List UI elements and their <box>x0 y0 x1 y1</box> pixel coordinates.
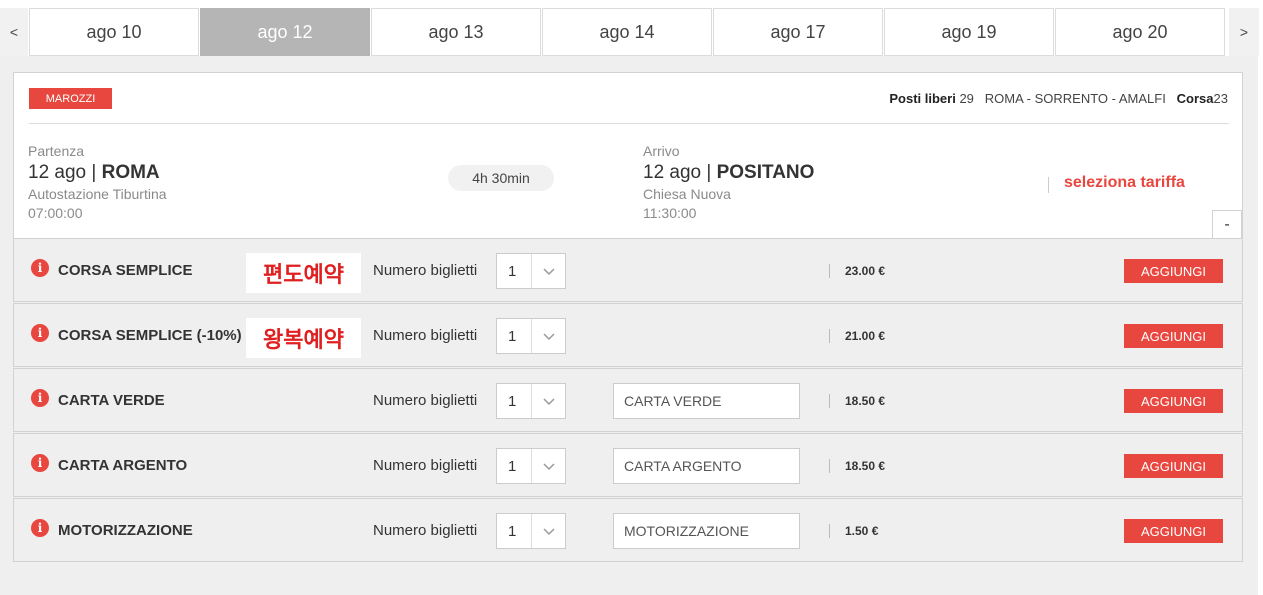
qty-value: 1 <box>508 458 517 475</box>
arrival-date: 12 ago | <box>643 162 712 183</box>
date-tab[interactable]: ago 20 <box>1055 8 1225 56</box>
fare-row: i CARTA ARGENTO Numero biglietti 1 18.50… <box>13 433 1243 497</box>
price-separator <box>829 524 830 538</box>
trip-card: MAROZZI Posti liberi 29 ROMA - SORRENTO … <box>13 72 1243 240</box>
select-fare-link[interactable]: seleziona tariffa <box>1064 174 1185 192</box>
info-icon[interactable]: i <box>31 454 49 472</box>
add-button[interactable]: AGGIUNGI <box>1124 324 1223 348</box>
fare-price: 18.50 € <box>845 394 886 408</box>
fare-name: CARTA VERDE <box>58 392 165 409</box>
fare-name: MOTORIZZAZIONE <box>58 522 193 539</box>
qty-label: Numero biglietti <box>373 262 478 279</box>
departure-time: 07:00:00 <box>28 205 83 221</box>
qty-select[interactable]: 1 <box>496 383 566 419</box>
arrival-station: Chiesa Nuova <box>643 186 731 202</box>
qty-divider <box>531 449 532 483</box>
qty-select[interactable]: 1 <box>496 253 566 289</box>
qty-divider <box>531 254 532 288</box>
separator <box>1048 177 1049 193</box>
chevron-down-icon <box>543 463 555 471</box>
fare-name: CORSA SEMPLICE <box>58 262 193 279</box>
qty-value: 1 <box>508 523 517 540</box>
qty-value: 1 <box>508 328 517 345</box>
route-name: ROMA - SORRENTO - AMALFI <box>984 91 1166 106</box>
date-tab[interactable]: ago 13 <box>371 8 541 56</box>
card-number-input[interactable] <box>613 513 800 549</box>
run-label: Corsa <box>1176 91 1214 106</box>
price-separator <box>829 394 830 408</box>
duration-badge: 4h 30min <box>448 165 554 191</box>
arrival-time: 11:30:00 <box>643 205 697 221</box>
seats-value: 29 <box>959 91 974 106</box>
operator-badge: MAROZZI <box>29 88 112 109</box>
qty-divider <box>531 514 532 548</box>
qty-label: Numero biglietti <box>373 522 478 539</box>
chevron-down-icon <box>543 268 555 276</box>
date-strip: < ago 10 ago 12 ago 13 ago 14 ago 17 ago… <box>0 8 1263 56</box>
divider <box>29 123 1229 124</box>
info-icon[interactable]: i <box>31 519 49 537</box>
annotation-label: 왕복예약 <box>246 318 361 358</box>
qty-select[interactable]: 1 <box>496 448 566 484</box>
fare-price: 18.50 € <box>845 459 886 473</box>
collapse-button[interactable]: - <box>1212 210 1242 240</box>
prev-dates-button[interactable]: < <box>0 8 28 56</box>
qty-value: 1 <box>508 263 517 280</box>
add-button[interactable]: AGGIUNGI <box>1124 259 1223 283</box>
date-tab[interactable]: ago 17 <box>713 8 883 56</box>
seats-label: Posti liberi <box>889 91 956 106</box>
add-button[interactable]: AGGIUNGI <box>1124 519 1223 543</box>
price-separator <box>829 264 830 278</box>
departure-date-city: 12 ago | ROMA <box>28 162 160 184</box>
departure-label: Partenza <box>28 143 85 159</box>
fare-row: i CORSA SEMPLICE 편도예약 Numero biglietti 1… <box>13 238 1243 302</box>
fare-name: CARTA ARGENTO <box>58 457 188 474</box>
qty-label: Numero biglietti <box>373 392 478 409</box>
fare-row: i CORSA SEMPLICE (-10%) 왕복예약 Numero bigl… <box>13 303 1243 367</box>
card-number-input[interactable] <box>613 383 800 419</box>
qty-value: 1 <box>508 393 517 410</box>
next-dates-button[interactable]: > <box>1229 8 1259 56</box>
fare-row: i MOTORIZZAZIONE Numero biglietti 1 1.50… <box>13 498 1243 562</box>
add-button[interactable]: AGGIUNGI <box>1124 389 1223 413</box>
fare-row: i CARTA VERDE Numero biglietti 1 18.50 €… <box>13 368 1243 432</box>
qty-label: Numero biglietti <box>373 327 478 344</box>
info-icon[interactable]: i <box>31 389 49 407</box>
date-tab[interactable]: ago 14 <box>542 8 712 56</box>
date-tab-active[interactable]: ago 12 <box>200 8 370 56</box>
departure-city: ROMA <box>101 162 160 183</box>
fare-price: 1.50 € <box>845 524 879 538</box>
date-tab[interactable]: ago 19 <box>884 8 1054 56</box>
arrival-date-city: 12 ago | POSITANO <box>643 162 814 184</box>
arrival-city: POSITANO <box>716 162 815 183</box>
run-value: 23 <box>1213 91 1228 106</box>
qty-label: Numero biglietti <box>373 457 478 474</box>
chevron-down-icon <box>543 333 555 341</box>
route-info: Posti liberi 29 ROMA - SORRENTO - AMALFI… <box>889 91 1228 106</box>
departure-station: Autostazione Tiburtina <box>28 186 167 202</box>
fare-price: 21.00 € <box>845 329 886 343</box>
qty-select[interactable]: 1 <box>496 318 566 354</box>
chevron-down-icon <box>543 528 555 536</box>
departure-date: 12 ago | <box>28 162 97 183</box>
qty-divider <box>531 319 532 353</box>
price-separator <box>829 329 830 343</box>
arrival-label: Arrivo <box>643 143 680 159</box>
date-tab[interactable]: ago 10 <box>29 8 199 56</box>
qty-divider <box>531 384 532 418</box>
annotation-label: 편도예약 <box>246 253 361 293</box>
add-button[interactable]: AGGIUNGI <box>1124 454 1223 478</box>
info-icon[interactable]: i <box>31 259 49 277</box>
card-number-input[interactable] <box>613 448 800 484</box>
price-separator <box>829 459 830 473</box>
qty-select[interactable]: 1 <box>496 513 566 549</box>
fare-name: CORSA SEMPLICE (-10%) <box>58 327 242 344</box>
info-icon[interactable]: i <box>31 324 49 342</box>
fare-price: 23.00 € <box>845 264 886 278</box>
chevron-down-icon <box>543 398 555 406</box>
